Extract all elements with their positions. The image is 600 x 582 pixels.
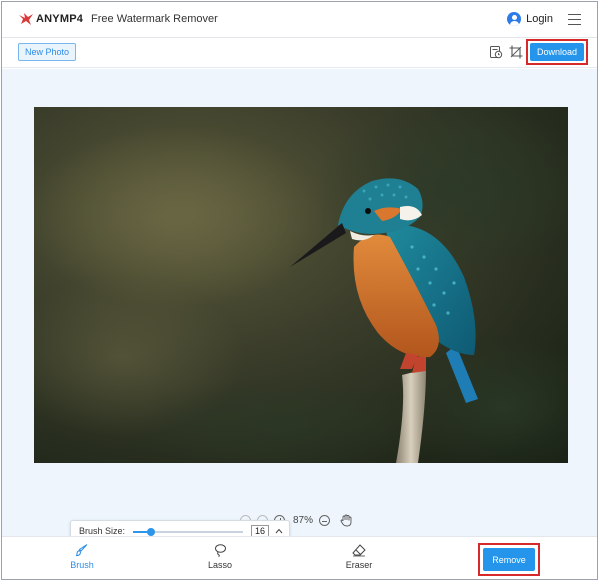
bottom-toolbar: Brush Lasso Eraser Remove	[2, 536, 597, 579]
hand-icon[interactable]	[340, 514, 352, 527]
lasso-tool-label: Lasso	[207, 560, 233, 570]
brush-size-slider-thumb[interactable]	[146, 528, 155, 536]
chevron-up-icon[interactable]	[275, 527, 283, 535]
login-button[interactable]: Login	[507, 12, 553, 26]
download-button[interactable]: Download	[530, 43, 584, 61]
canvas-area: 87% Brush Size: 16	[2, 69, 597, 542]
login-label: Login	[526, 13, 553, 25]
app-window: ANYMP4 Free Watermark Remover Login New …	[1, 1, 598, 580]
brush-tool-label: Brush	[70, 560, 94, 570]
top-bar: ANYMP4 Free Watermark Remover Login	[2, 2, 597, 38]
editor-toolbar: New Photo Download	[2, 38, 597, 68]
logo[interactable]: ANYMP4 Free Watermark Remover	[18, 12, 218, 26]
remove-button[interactable]: Remove	[483, 548, 535, 571]
eraser-tool-label: Eraser	[345, 560, 373, 570]
brush-tool-button[interactable]: Brush	[52, 543, 112, 570]
history-icon[interactable]	[489, 45, 503, 59]
photo-image	[34, 107, 568, 463]
zoom-value: 87%	[293, 515, 314, 526]
hamburger-menu-icon[interactable]	[568, 14, 581, 25]
brush-icon	[75, 544, 88, 557]
brand-name: ANYMP4	[36, 13, 84, 25]
crop-icon[interactable]	[509, 45, 523, 59]
lasso-icon	[215, 544, 226, 557]
lasso-tool-button[interactable]: Lasso	[190, 543, 250, 570]
app-title: Free Watermark Remover	[91, 13, 218, 25]
anymp4-logo-icon	[19, 13, 33, 25]
zoom-out-icon[interactable]	[319, 515, 331, 526]
new-photo-button[interactable]: New Photo	[18, 43, 77, 61]
user-icon	[507, 12, 522, 26]
kingfisher-photo[interactable]	[34, 107, 568, 463]
eraser-tool-button[interactable]: Eraser	[329, 543, 389, 570]
brush-size-label: Brush Size:	[79, 526, 126, 536]
eraser-icon	[352, 544, 366, 557]
